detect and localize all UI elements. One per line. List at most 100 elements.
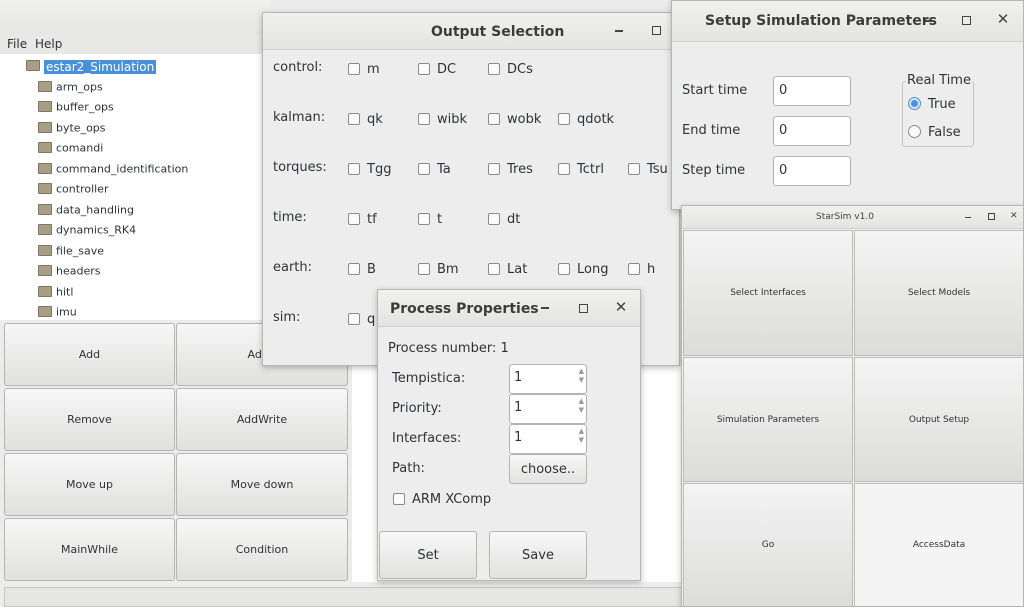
checkbox[interactable]: [628, 263, 640, 275]
checkbox[interactable]: [488, 63, 500, 75]
checkbox[interactable]: [418, 163, 430, 175]
menu-file[interactable]: File: [7, 37, 27, 51]
close-icon[interactable]: ✕: [614, 300, 628, 315]
maximize-icon[interactable]: [959, 14, 973, 28]
tree-item-label: file_save: [56, 244, 105, 258]
save-button[interactable]: Save: [489, 531, 587, 579]
tree-item[interactable]: headers: [38, 264, 100, 280]
checkbox[interactable]: [348, 213, 360, 225]
setup-titlebar[interactable]: Setup Simulation Parameters ✕: [672, 1, 1023, 42]
minimize-icon[interactable]: [965, 217, 971, 218]
tree-item[interactable]: file_save: [38, 244, 104, 260]
checkbox[interactable]: [558, 113, 570, 125]
spinner-arrows-icon[interactable]: ▲ ▼: [579, 367, 584, 385]
starsim-titlebar[interactable]: StarSim v1.0 ✕: [682, 206, 1023, 229]
radio-true[interactable]: [908, 97, 921, 110]
access-data-button[interactable]: AccessData: [854, 483, 1023, 606]
checkbox[interactable]: [488, 163, 500, 175]
checkbox[interactable]: [418, 113, 430, 125]
step-time-input[interactable]: 0: [773, 156, 851, 186]
condition-button[interactable]: Condition: [176, 518, 348, 581]
checkbox[interactable]: [418, 263, 430, 275]
tree-item[interactable]: buffer_ops: [38, 100, 114, 116]
process-titlebar[interactable]: Process Properties ✕: [378, 290, 640, 327]
folder-icon: [38, 285, 52, 297]
minimize-icon[interactable]: [538, 298, 552, 312]
set-button[interactable]: Set: [379, 531, 477, 579]
tree-root[interactable]: estar2_Simulation: [26, 59, 157, 75]
minimize-icon[interactable]: [612, 21, 626, 35]
checkbox-label: Long: [577, 262, 609, 277]
radio-true-label: True: [928, 97, 956, 112]
start-time-input[interactable]: 0: [773, 76, 851, 106]
start-time-label: Start time: [682, 83, 748, 98]
checkbox-label: DC: [437, 62, 457, 77]
folder-icon: [26, 60, 40, 71]
minimize-icon[interactable]: [922, 11, 936, 25]
tree-item[interactable]: dynamics_RK4: [38, 223, 136, 239]
interfaces-label: Interfaces:: [392, 431, 462, 446]
tree-item-label: buffer_ops: [56, 100, 114, 114]
select-models-button[interactable]: Select Models: [854, 230, 1023, 356]
checkbox[interactable]: [348, 263, 360, 275]
arm-xcomp-checkbox[interactable]: [393, 493, 405, 505]
simulation-parameters-button[interactable]: Simulation Parameters: [683, 357, 853, 482]
choose-path-button[interactable]: choose..: [509, 454, 587, 484]
interfaces-value: 1: [514, 430, 523, 445]
checkbox[interactable]: [558, 163, 570, 175]
tree-item[interactable]: data_handling: [38, 203, 134, 219]
checkbox[interactable]: [488, 113, 500, 125]
remove-button[interactable]: Remove: [4, 388, 175, 451]
tree-item[interactable]: hitl: [38, 285, 73, 301]
checkbox-label: B: [367, 262, 376, 277]
checkbox-label: wibk: [437, 112, 468, 127]
addwrite-button[interactable]: AddWrite: [176, 388, 348, 451]
checkbox[interactable]: [418, 213, 430, 225]
tree-item[interactable]: arm_ops: [38, 80, 103, 96]
mainwhile-button[interactable]: MainWhile: [4, 518, 175, 581]
select-interfaces-button[interactable]: Select Interfaces: [683, 230, 853, 356]
checkbox[interactable]: [488, 263, 500, 275]
priority-spinner[interactable]: 1 ▲ ▼: [509, 394, 587, 424]
menu-help[interactable]: Help: [35, 37, 62, 51]
tree-item-label: imu: [56, 305, 77, 319]
tree-item[interactable]: command_identification: [38, 162, 188, 178]
checkbox[interactable]: [348, 163, 360, 175]
output-setup-button[interactable]: Output Setup: [854, 357, 1023, 482]
checkbox[interactable]: [558, 263, 570, 275]
tree-item-label: command_identification: [56, 162, 189, 176]
folder-icon: [38, 162, 52, 174]
add-button[interactable]: Add: [4, 323, 175, 386]
output-titlebar[interactable]: Output Selection: [263, 13, 679, 50]
move-up-button[interactable]: Move up: [4, 453, 175, 516]
checkbox[interactable]: [488, 213, 500, 225]
interfaces-spinner[interactable]: 1 ▲ ▼: [509, 424, 587, 454]
checkbox[interactable]: [418, 63, 430, 75]
tree-item[interactable]: controller: [38, 182, 108, 198]
tempistica-spinner[interactable]: 1 ▲ ▼: [509, 364, 587, 394]
row-label-torques: torques:: [273, 160, 327, 175]
spinner-arrows-icon[interactable]: ▲ ▼: [579, 427, 584, 445]
spinner-arrows-icon[interactable]: ▲ ▼: [579, 397, 584, 415]
maximize-icon[interactable]: [649, 24, 663, 38]
end-time-input[interactable]: 0: [773, 116, 851, 146]
radio-false[interactable]: [908, 125, 921, 138]
tree-item[interactable]: byte_ops: [38, 121, 106, 137]
checkbox[interactable]: [348, 63, 360, 75]
go-button[interactable]: Go: [683, 483, 853, 606]
close-icon[interactable]: ✕: [996, 12, 1010, 27]
maximize-icon[interactable]: [576, 302, 590, 316]
checkbox[interactable]: [628, 163, 640, 175]
checkbox[interactable]: [348, 313, 360, 325]
tree-item[interactable]: imu: [38, 305, 77, 321]
checkbox[interactable]: [348, 113, 360, 125]
folder-icon: [38, 305, 52, 317]
end-time-label: End time: [682, 123, 741, 138]
row-label-kalman: kalman:: [273, 110, 326, 125]
tree-item[interactable]: comandi: [38, 141, 103, 157]
move-down-button[interactable]: Move down: [176, 453, 348, 516]
close-icon[interactable]: ✕: [1010, 211, 1018, 221]
tree-item-label: dynamics_RK4: [56, 223, 137, 237]
checkbox-label: DCs: [507, 62, 533, 77]
maximize-icon[interactable]: [988, 213, 995, 220]
